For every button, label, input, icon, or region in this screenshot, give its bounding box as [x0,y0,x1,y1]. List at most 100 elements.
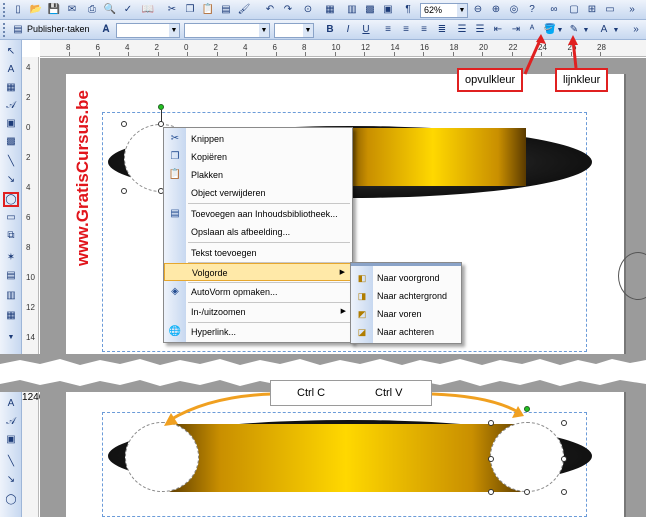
select-arrow-icon[interactable]: ↖ [3,44,19,59]
menu-item-delete-object[interactable]: Object verwijderen [164,184,352,202]
submenu-item-bring-forward[interactable]: ◩ Naar voren [351,305,461,323]
line-color-icon[interactable]: ✎ [566,22,582,38]
increase-indent-icon[interactable]: ⇥ [508,22,524,38]
redo-icon[interactable]: ↷ [280,2,296,18]
styles-icon[interactable]: 𝐀 [98,22,114,38]
submenu-item-send-backward[interactable]: ◪ Naar achteren [351,323,461,341]
zoom-select[interactable]: 62% ▼ [420,3,468,18]
print-icon[interactable]: ⎙ [84,2,100,18]
menu-item-order[interactable]: Volgorde ▶ [164,263,352,281]
oval-icon[interactable]: ◯ [3,492,19,507]
font-select[interactable]: ▼ [184,23,270,38]
zoom-in-icon[interactable]: ⊕ [488,2,504,18]
vertical-ruler[interactable]: 4 2 0 2 4 6 8 10 12 14 [22,57,39,354]
help-icon[interactable]: ? [524,2,540,18]
align-icon[interactable]: ⊞ [584,2,600,18]
zoom-out-icon[interactable]: ⊖ [470,2,486,18]
arrow-icon[interactable]: ↘ [3,472,19,487]
line-color-dropdown-icon[interactable]: ▼ [582,22,590,38]
toolbar-grip[interactable] [3,3,6,17]
submenu-item-bring-to-front[interactable]: ◧ Naar voorgrond [351,269,461,287]
menu-item-save-as-picture[interactable]: Opslaan als afbeelding... [164,223,352,241]
decrease-indent-icon[interactable]: ⇤ [490,22,506,38]
toolbar-options-icon[interactable]: » [628,22,644,38]
chevron-down-icon[interactable]: ▼ [259,24,269,37]
font-size-icon[interactable]: ᴬ [524,22,540,38]
group-icon[interactable]: ▢ [566,2,582,18]
resize-handle[interactable] [561,456,567,462]
insert-picture-icon[interactable]: ▩ [362,2,378,18]
underline-button[interactable]: U [358,22,374,38]
wordart-icon[interactable]: 𝒜 [3,414,19,429]
form-control-icon[interactable]: ▤ [3,268,19,283]
pilcrow-icon[interactable]: ¶ [400,2,416,18]
white-circle-left[interactable] [125,422,199,492]
fill-color-dropdown-icon[interactable]: ▼ [556,22,564,38]
justify-icon[interactable]: ≣ [434,22,450,38]
text-box-icon[interactable]: A [3,62,19,77]
resize-handle[interactable] [488,420,494,426]
bold-button[interactable]: B [322,22,338,38]
resize-handle[interactable] [524,489,530,495]
numbering-icon[interactable]: ☰ [454,22,470,38]
rectangle-icon[interactable]: ▭ [3,210,19,225]
fit-icon[interactable]: ◎ [506,2,522,18]
font-color-icon[interactable]: A [596,22,612,38]
picture-icon[interactable]: ▣ [3,432,19,447]
submenu-item-send-to-back[interactable]: ◨ Naar achtergrond [351,287,461,305]
align-center-icon[interactable]: ≡ [398,22,414,38]
chevron-down-icon[interactable]: ▼ [303,24,313,37]
more-tools-icon[interactable]: ▼ [3,330,19,345]
distribute-icon[interactable]: ▭ [602,2,618,18]
line-icon[interactable]: ╲ [3,454,19,469]
size-select[interactable]: ▼ [274,23,314,38]
open-icon[interactable]: 📂 [28,2,44,18]
gold-bar[interactable] [166,424,526,492]
new-icon[interactable]: ▯ [10,2,26,18]
horizontal-ruler[interactable]: 8 6 4 2 0 2 4 6 8 10 12 14 16 18 20 22 24 26 28 [40,40,646,57]
font-color-dropdown-icon[interactable]: ▼ [612,22,620,38]
rotate-handle[interactable] [524,406,530,412]
menu-item-format-autoshape[interactable]: ◈ AutoVorm opmaken... [164,283,352,301]
menu-item-paste[interactable]: 📋 Plakken [164,166,352,184]
resize-handle[interactable] [488,456,494,462]
style-select[interactable]: ▼ [116,23,180,38]
table-icon[interactable]: ▦ [3,80,19,95]
print-preview-icon[interactable]: 🔍 [102,2,118,18]
bullets-icon[interactable]: ☰ [472,22,488,38]
publisher-tasks-button[interactable]: Publisher-taken [27,24,90,34]
save-icon[interactable]: 💾 [46,2,62,18]
resize-handle[interactable] [121,188,127,194]
wordart-icon[interactable]: 𝒜 [3,98,19,113]
italic-button[interactable]: I [340,22,356,38]
pointer-icon[interactable]: ⊙ [300,2,316,18]
hot-spot-icon[interactable]: ✶ [3,250,19,265]
white-circle-right[interactable] [490,422,564,492]
menu-item-zoom[interactable]: In-/uitzoomen ▶ [164,303,352,321]
paste-icon[interactable]: 📋 [200,2,216,18]
align-left-icon[interactable]: ≡ [380,22,396,38]
link-icon[interactable]: ∞ [546,2,562,18]
align-right-icon[interactable]: ≡ [416,22,432,38]
menu-item-add-to-library[interactable]: ▤ Toevoegen aan Inhoudsbibliotheek... [164,205,352,223]
business-info-icon[interactable]: ▦ [3,308,19,323]
insert-table-icon[interactable]: ▦ [322,2,338,18]
menu-item-copy[interactable]: ❐ Kopiëren [164,148,352,166]
menu-item-hyperlink[interactable]: 🌐 Hyperlink... [164,323,352,341]
research-icon[interactable]: 📖 [140,2,156,18]
toolbar-options-icon[interactable]: » [624,2,640,18]
line-icon[interactable]: ╲ [3,154,19,169]
paste-special-icon[interactable]: ▤ [218,2,234,18]
chevron-down-icon[interactable]: ▼ [457,4,467,17]
picture-frame-icon[interactable]: ▣ [380,2,396,18]
cut-icon[interactable]: ✂ [164,2,180,18]
resize-handle[interactable] [488,489,494,495]
menu-item-add-text[interactable]: Tekst toevoegen [164,244,352,262]
design-gallery-icon[interactable]: ▥ [3,288,19,303]
columns-icon[interactable]: ▥ [344,2,360,18]
spelling-icon[interactable]: ✓ [120,2,136,18]
toolbar-grip[interactable] [3,23,6,37]
vertical-ruler-bottom[interactable]: 12468 [22,392,50,517]
copy-icon[interactable]: ❐ [182,2,198,18]
resize-handle[interactable] [121,121,127,127]
